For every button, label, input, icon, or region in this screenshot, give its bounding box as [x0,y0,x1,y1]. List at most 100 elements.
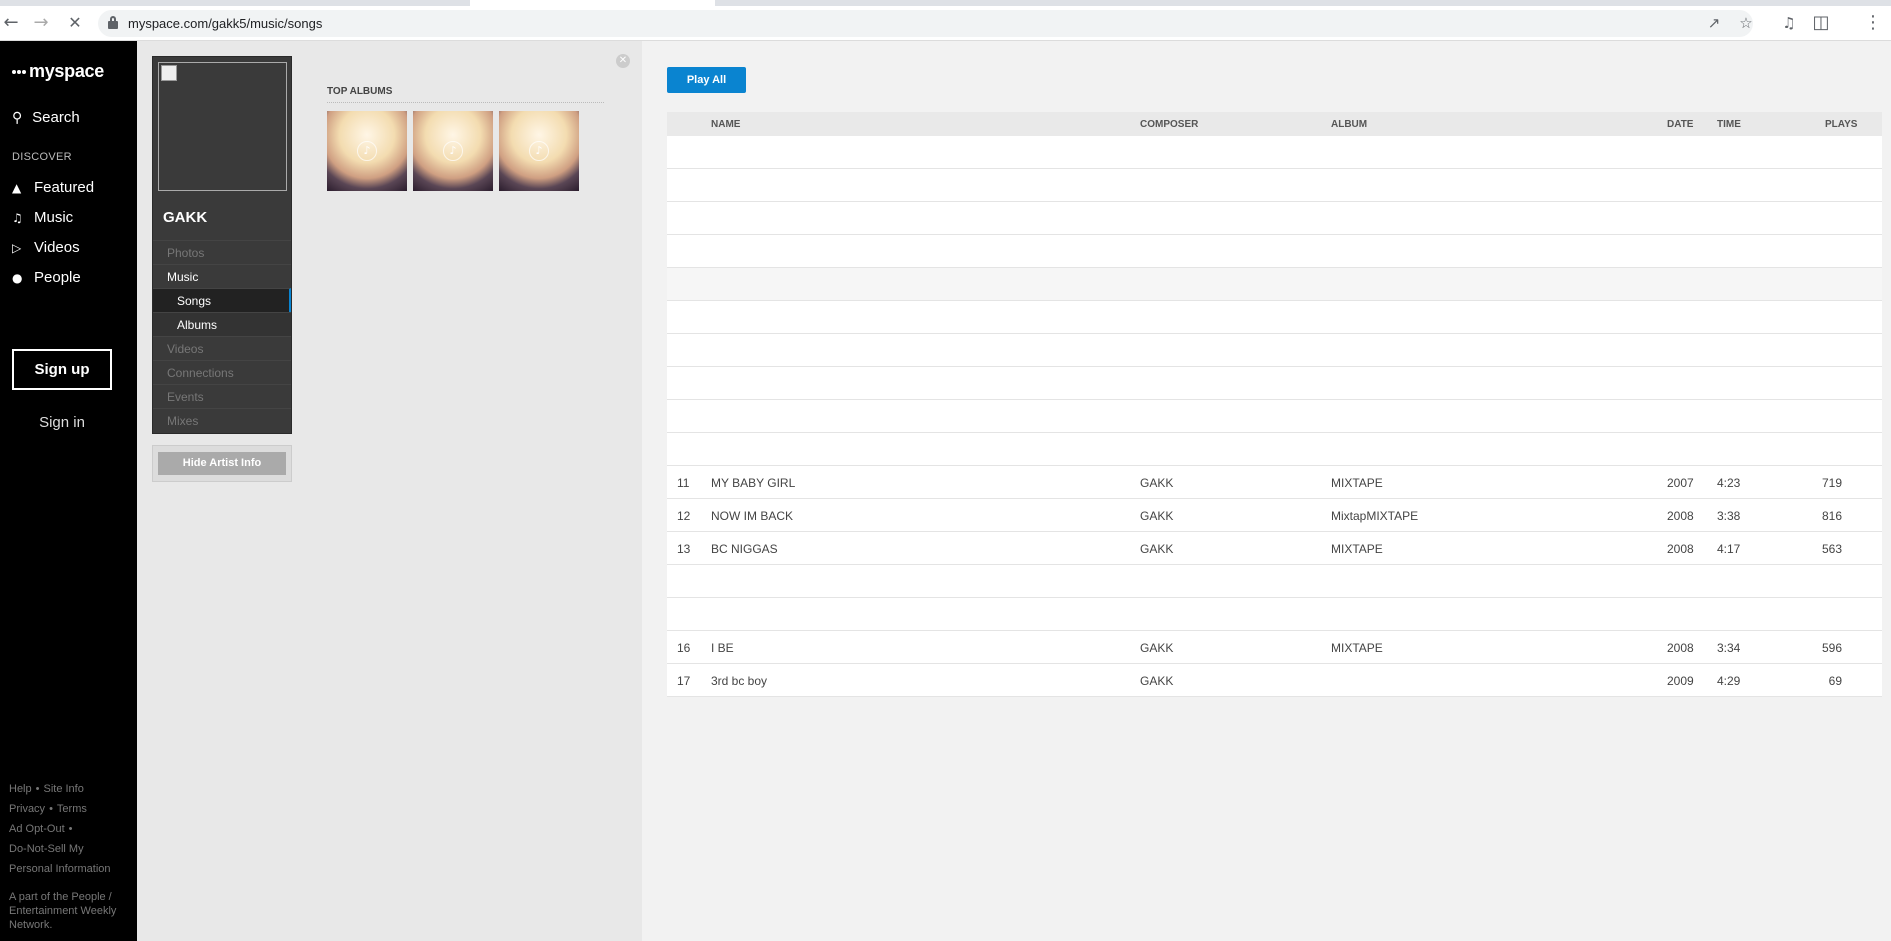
table-row[interactable] [667,169,1882,202]
back-arrow-icon[interactable]: ← [0,12,22,34]
table-row[interactable] [667,598,1882,631]
song-number: 17 [677,674,691,688]
song-plays: 596 [1821,641,1842,655]
table-row[interactable] [667,235,1882,268]
artist-name[interactable]: GAKK [163,209,207,226]
footer-privacy-link[interactable]: Privacy [9,803,45,815]
footer-dns-link[interactable]: Do-Not-Sell My [9,839,84,859]
artist-menu-albums[interactable]: Albums [153,312,291,336]
music-note-icon: ♪ [529,141,549,161]
top-albums-divider [327,102,604,103]
stop-loading-icon[interactable]: ✕ [64,12,86,34]
song-plays: 719 [1821,476,1842,490]
song-plays: 816 [1821,509,1842,523]
table-row[interactable] [667,433,1882,466]
artist-menu-photos[interactable]: Photos [153,240,291,264]
col-composer[interactable]: COMPOSER [1140,119,1198,130]
album-thumbnail[interactable]: ♪ [327,111,407,191]
myspace-logo[interactable]: myspace [12,61,104,82]
song-composer: GAKK [1140,509,1174,523]
nav-search[interactable]: ⚲ Search [12,109,80,126]
footer-siteinfo-link[interactable]: Site Info [43,783,83,795]
song-composer: GAKK [1140,476,1174,490]
lock-icon [108,16,118,29]
discover-heading: DISCOVER [12,151,72,163]
table-row[interactable]: 11 MY BABY GIRL GAKK MIXTAPE 2007 4:23 719 [667,466,1882,499]
hide-artist-info-button[interactable]: Hide Artist Info [158,452,286,475]
song-time: 4:17 [1717,542,1741,556]
song-album: MIXTAPE [1331,641,1383,655]
address-bar[interactable]: myspace.com/gakk5/music/songs ↗ ☆ [98,10,1753,37]
table-row[interactable] [667,136,1882,169]
footer-adoptout-link[interactable]: Ad Opt-Out [9,823,65,835]
album-thumbnail[interactable]: ♪ [413,111,493,191]
nav-item-label: Featured [34,179,95,196]
people-icon: ● [12,271,23,285]
songs-panel: Play All NAME COMPOSER ALBUM DATE TIME P… [642,41,1891,941]
table-row[interactable]: 13 BC NIGGAS GAKK MIXTAPE 2008 4:17 563 [667,532,1882,565]
song-album: MIXTAPE [1331,542,1383,556]
album-thumbnail[interactable]: ♪ [499,111,579,191]
song-name: BC NIGGAS [711,542,778,556]
url-text[interactable]: myspace.com/gakk5/music/songs [128,16,322,31]
logo-dots-icon [12,67,28,77]
menu-kebab-icon[interactable]: ⋮ [1862,12,1884,34]
artist-menu-music[interactable]: Music [153,264,291,288]
signup-button[interactable]: Sign up [12,349,112,390]
artist-menu-songs[interactable]: Songs [153,288,291,312]
artist-menu-videos[interactable]: Videos [153,336,291,360]
song-date: 2007 [1667,476,1694,490]
song-name: NOW IM BACK [711,509,794,523]
table-row[interactable]: 16 I BE GAKK MIXTAPE 2008 3:34 596 [667,631,1882,664]
nav-item-label: People [34,269,81,286]
song-number: 12 [677,509,691,523]
table-row[interactable] [667,367,1882,400]
flame-icon: ▲ [12,181,22,195]
table-row[interactable] [667,268,1882,301]
table-row[interactable] [667,301,1882,334]
left-nav: myspace ⚲ Search DISCOVER ▲ Featured ♫ Mus… [0,41,137,941]
side-panel-icon[interactable]: ◫ [1810,12,1832,34]
nav-item-music[interactable]: ♫ Music [12,209,73,226]
song-album: MIXTAPE [1331,476,1383,490]
table-row[interactable]: 17 3rd bc boy GAKK 2009 4:29 69 [667,664,1882,697]
table-row[interactable] [667,565,1882,598]
hide-artist-info-wrap: Hide Artist Info [152,445,292,482]
logo-text: myspace [29,61,104,81]
col-time[interactable]: TIME [1717,119,1741,130]
close-icon[interactable]: ✕ [616,54,630,68]
song-name: MY BABY GIRL [711,476,796,490]
artist-menu-connections[interactable]: Connections [153,360,291,384]
play-all-button[interactable]: Play All [667,67,746,93]
footer-terms-link[interactable]: Terms [57,803,87,815]
col-name[interactable]: NAME [711,119,740,130]
col-date[interactable]: DATE [1667,119,1693,130]
forward-arrow-icon[interactable]: → [30,12,52,34]
table-row[interactable] [667,400,1882,433]
signin-link[interactable]: Sign in [12,414,112,431]
share-icon[interactable]: ↗ [1704,13,1724,33]
artist-menu-mixes[interactable]: Mixes [153,408,291,432]
artist-menu-events[interactable]: Events [153,384,291,408]
song-date: 2009 [1667,674,1694,688]
nav-search-label: Search [32,109,80,126]
song-number: 11 [677,476,690,490]
nav-item-people[interactable]: ● People [12,269,81,286]
nav-item-videos[interactable]: ▷ Videos [12,239,80,256]
music-note-icon: ♪ [443,141,463,161]
song-number: 13 [677,542,691,556]
star-icon[interactable]: ☆ [1736,13,1756,33]
footer-links-2: Privacy • Terms [9,803,87,815]
table-row[interactable] [667,334,1882,367]
media-control-icon[interactable]: ♫ [1778,12,1800,34]
table-row[interactable]: 12 NOW IM BACK GAKK MixtapMIXTAPE 2008 3:38 81… [667,499,1882,532]
footer-help-link[interactable]: Help [9,783,32,795]
col-album[interactable]: ALBUM [1331,119,1367,130]
song-composer: GAKK [1140,542,1174,556]
nav-item-featured[interactable]: ▲ Featured [12,179,94,196]
song-name: I BE [711,641,734,655]
col-plays[interactable]: PLAYS [1825,119,1857,130]
footer-personal-info-link[interactable]: Personal Information [9,859,111,879]
artist-image[interactable] [158,62,287,191]
table-row[interactable] [667,202,1882,235]
